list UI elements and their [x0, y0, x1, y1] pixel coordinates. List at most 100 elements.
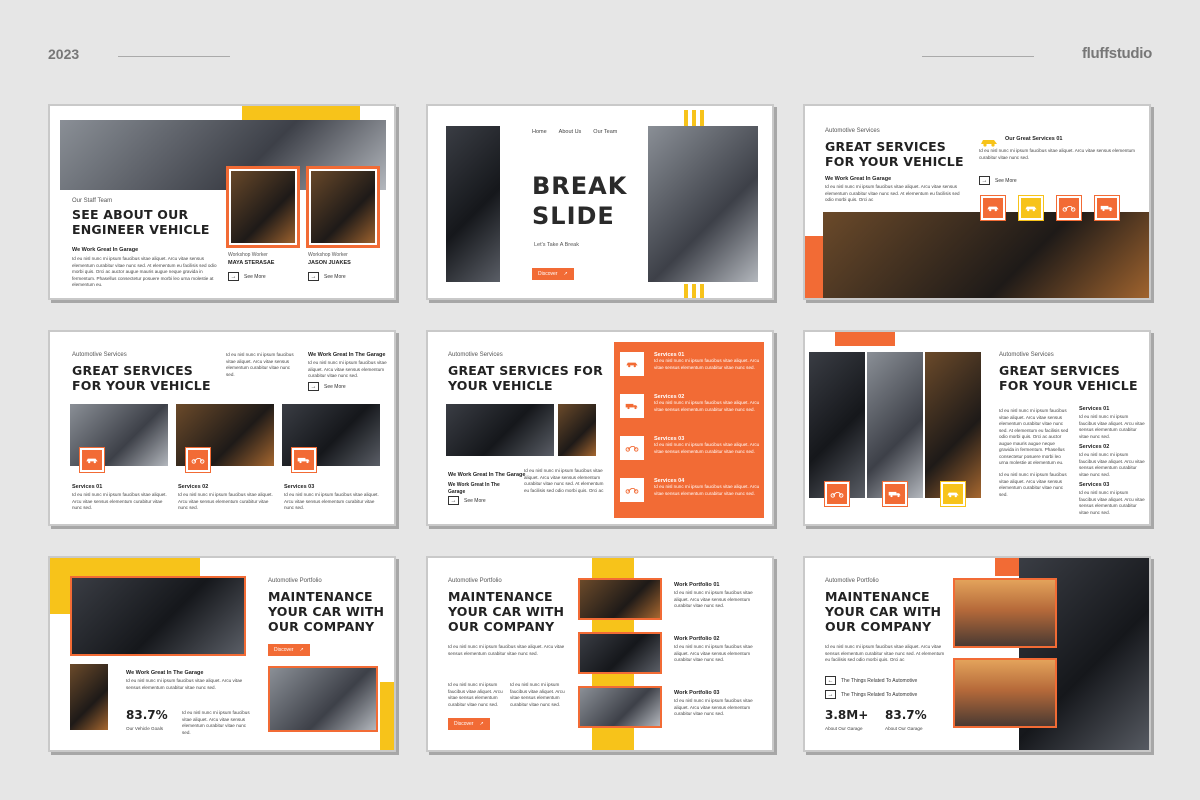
slide-kicker: Automotive Services: [999, 352, 1054, 358]
see-more-button-2[interactable]: → See More: [308, 272, 346, 281]
arrow-right-icon: →: [825, 690, 836, 699]
discover-button[interactable]: Discover ↗: [532, 268, 574, 280]
arrow-up-right-icon: ↗: [299, 647, 304, 653]
service-tile-motorbike[interactable]: [619, 435, 645, 461]
brand-name: fluffstudio: [1081, 45, 1152, 62]
discover-button[interactable]: Discover ↗: [268, 644, 310, 656]
red-car-photo: [70, 664, 108, 730]
car-detail-photo: [446, 126, 500, 282]
service-tile-motorbike[interactable]: [185, 447, 211, 473]
service-tile-car-yellow[interactable]: [1018, 195, 1044, 221]
service-tile-car[interactable]: [980, 195, 1006, 221]
slide-body: Id eu nisl nunc mi ipsum faucibus vitae …: [226, 352, 294, 377]
stat-body: Id eu nisl nunc mi ipsum faucibus vitae …: [182, 710, 250, 735]
slide-subtitle-1: We Work Great In The Garage: [448, 472, 526, 478]
slide-kicker: Automotive Services: [72, 352, 127, 358]
portfolio-label-3: Work Portfolio 03: [674, 690, 720, 696]
slide-subtitle-2: We Work Great In The Garage: [448, 482, 500, 495]
service-tile-motorbike[interactable]: [1056, 195, 1082, 221]
slide-subtitle: We Work Great In The Garage: [126, 670, 204, 676]
stat-label-1: About Our Garage: [825, 726, 863, 731]
slide-title: Maintenance Your Car With Our Company: [448, 589, 565, 634]
worker-2-role: Workshop Worker: [308, 252, 348, 258]
automotive-link-1[interactable]: ← The Things Related To Automotive: [825, 676, 917, 685]
motorbike-icon: [830, 492, 844, 498]
slide-subtitle: We Work Great In Garage: [72, 247, 139, 253]
service-item-4: Services 04 Id eu nisl nunc mi ipsum fauc…: [654, 478, 760, 496]
automotive-link-2[interactable]: → The Things Related To Automotive: [825, 690, 917, 699]
car-icon: [987, 206, 999, 212]
mechanic-photo-2: [925, 352, 981, 498]
service-item-1: Services 01 Id eu nisl nunc mi ipsum fauc…: [654, 352, 760, 370]
car-icon: [979, 134, 999, 147]
service-tile-car[interactable]: [619, 351, 645, 377]
slide-8[interactable]: Automotive Portfolio Maintenance Your Ca…: [426, 556, 774, 752]
service-tile-motorbike-2[interactable]: [619, 477, 645, 503]
services-label: Our Great Services 01: [1005, 136, 1063, 142]
service-tile-truck[interactable]: [291, 447, 317, 473]
truck-icon: [1100, 205, 1113, 212]
slide-kicker: Automotive Portfolio: [825, 578, 879, 584]
top-nav: Home About Us Our Team: [532, 129, 617, 135]
worker-photo-2: [306, 166, 380, 248]
arrow-up-right-icon: ↗: [479, 721, 484, 727]
service-label-2: Services 02: [178, 484, 209, 490]
nav-our-team[interactable]: Our Team: [593, 129, 617, 135]
slide-1[interactable]: Our Staff Team See About Our Engineer Ve…: [48, 104, 396, 300]
slide-title: Maintenance Your Car With Our Company: [825, 589, 942, 634]
break-title-line-2: Slide: [532, 202, 615, 230]
slide-2[interactable]: Home About Us Our Team Break Slide Let's…: [426, 104, 774, 300]
slide-6[interactable]: Automotive Services Great Services For Y…: [803, 330, 1151, 526]
yellow-stripe: [692, 110, 696, 126]
service-tile-truck[interactable]: [882, 481, 908, 507]
slide-body-2: Id eu nisl nunc mi ipsum faucibus vitae …: [308, 360, 387, 378]
portfolio-body-2: Id eu nisl nunc mi ipsum faucibus vitae …: [674, 644, 753, 662]
discover-button[interactable]: Discover ↗: [448, 718, 490, 730]
see-more-button-1[interactable]: → See More: [228, 272, 266, 281]
nav-home[interactable]: Home: [532, 129, 547, 135]
service-body-1: Id eu nisl nunc mi ipsum faucibus vitae …: [1079, 414, 1145, 439]
slide-3[interactable]: Automotive Services Great Services For Y…: [803, 104, 1151, 300]
slide-7[interactable]: We Work Great In The Garage Id eu nisl n…: [48, 556, 396, 752]
slide-subtitle: We Work Great In The Garage: [308, 352, 386, 358]
portfolio-body-3: Id eu nisl nunc mi ipsum faucibus vitae …: [674, 698, 753, 716]
stat-label: Our Vehicle Goals: [126, 726, 164, 731]
service-tile-car-yellow[interactable]: [940, 481, 966, 507]
orange-accent: [835, 332, 895, 346]
year-label: 2023: [48, 46, 80, 62]
slide-body: Id eu nisl nunc mi ipsum faucibus vitae …: [524, 468, 604, 493]
slide-4[interactable]: Automotive Services Great Services For Y…: [48, 330, 396, 526]
mechanic-photo-1: [809, 352, 865, 498]
service-item-3: Services 03 Id eu nisl nunc mi ipsum fauc…: [654, 436, 760, 454]
service-tile-car[interactable]: [79, 447, 105, 473]
slide-5[interactable]: Automotive Services Great Services For Y…: [426, 330, 774, 526]
see-more-button[interactable]: → See More: [308, 382, 346, 391]
arrow-right-icon: →: [448, 496, 459, 505]
yellow-stripe: [684, 110, 688, 126]
car-garage-photo: [867, 352, 923, 498]
see-more-button[interactable]: → See More: [979, 176, 1017, 185]
service-label-3: Services 03: [1079, 482, 1110, 488]
service-tile-motorbike[interactable]: [824, 481, 850, 507]
slide-kicker: Our Staff Team: [72, 198, 113, 204]
stat-value-2: 83.7%: [885, 708, 927, 722]
slide-body-3: Id eu nisl nunc mi ipsum faucibus vitae …: [510, 682, 565, 707]
motorbike-icon: [625, 446, 639, 452]
stat-value-1: 3.8M+: [825, 708, 869, 722]
portfolio-label-1: Work Portfolio 01: [674, 582, 720, 588]
service-tile-truck[interactable]: [619, 393, 645, 419]
service-tile-truck[interactable]: [1094, 195, 1120, 221]
nav-about-us[interactable]: About Us: [559, 129, 582, 135]
service-item-2: Services 02 Id eu nisl nunc mi ipsum fauc…: [654, 394, 760, 412]
see-more-button[interactable]: → See More: [448, 496, 486, 505]
slide-body-2: Id eu nisl nunc mi ipsum faucibus vitae …: [448, 682, 503, 707]
slide-kicker: Automotive Services: [825, 128, 880, 134]
arrow-up-right-icon: ↗: [563, 271, 568, 277]
arrow-right-icon: →: [228, 272, 239, 281]
slide-9[interactable]: Automotive Portfolio Maintenance Your Ca…: [803, 556, 1151, 752]
service-label-1: Services 01: [1079, 406, 1110, 412]
white-suv-photo: [953, 658, 1057, 728]
sports-car-photo: [70, 576, 246, 656]
service-body-3: Id eu nisl nunc mi ipsum faucibus vitae …: [284, 492, 379, 510]
orange-accent: [805, 236, 823, 298]
